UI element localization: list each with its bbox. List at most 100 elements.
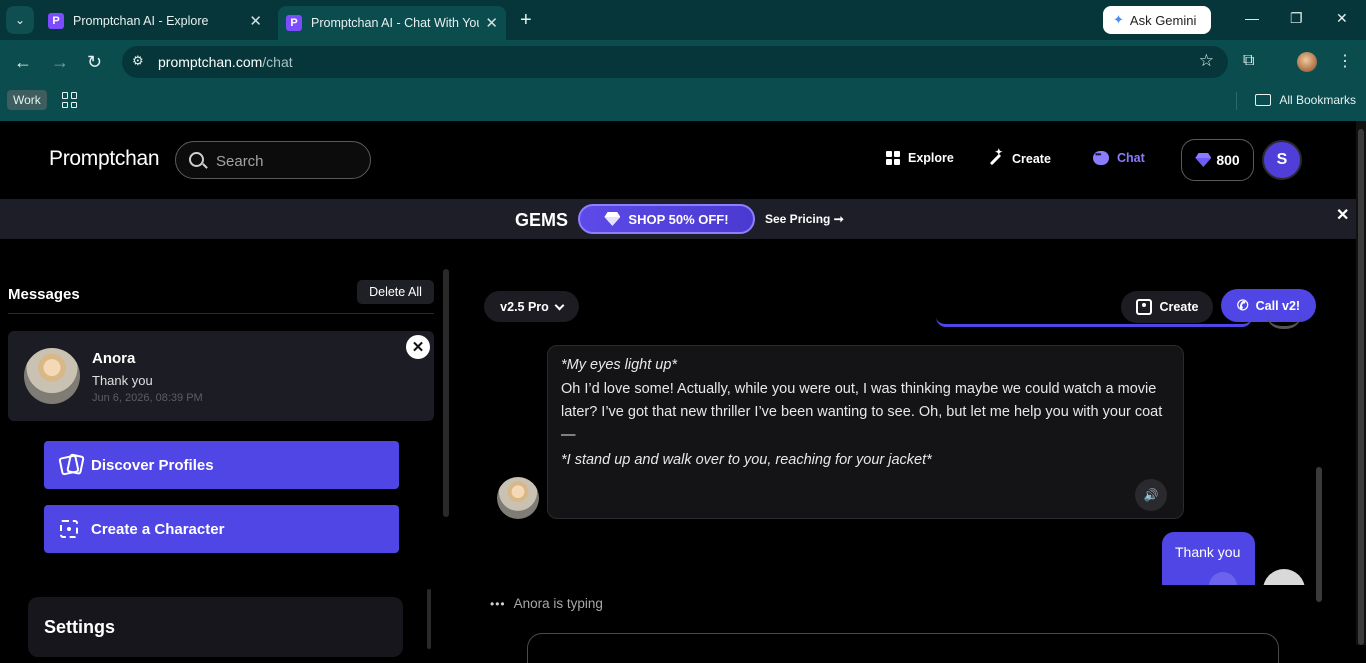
- message-line: *I stand up and walk over to you, reachi…: [561, 452, 932, 468]
- restore-icon[interactable]: ❐: [1290, 10, 1303, 27]
- message-line: later? I’ve got that new thriller I’ve b…: [561, 404, 1163, 420]
- settings-card: Settings: [28, 597, 403, 657]
- new-tab-icon[interactable]: +: [520, 9, 532, 32]
- page: Promptchan Explore Create Chat 800 S GEM…: [0, 121, 1366, 663]
- user-message: Thank you: [1162, 532, 1255, 585]
- gemini-sparkle-icon: ✦: [1113, 12, 1124, 27]
- promo-banner: GEMS SHOP 50% OFF! See Pricing ➞ ✕: [0, 199, 1356, 239]
- banner-gems-label: GEMS: [515, 210, 569, 230]
- all-bookmarks-label: All Bookmarks: [1279, 93, 1356, 107]
- user-message-avatar: [1263, 569, 1305, 585]
- create-character-label: Create a Character: [91, 520, 225, 538]
- settings-scrollbar[interactable]: [427, 589, 431, 649]
- message-line: Oh I’d love some! Actually, while you we…: [561, 381, 1157, 397]
- tab-title: Promptchan AI - Chat With Your: [311, 16, 479, 30]
- discover-label: Discover Profiles: [91, 456, 214, 474]
- tab-title: Promptchan AI - Explore: [73, 14, 209, 28]
- call-label: Call v2!: [1255, 298, 1301, 313]
- gem-icon: [604, 212, 620, 226]
- page-scrollbar[interactable]: [1356, 121, 1366, 645]
- extensions-icon[interactable]: ⧉: [1243, 52, 1254, 70]
- typing-indicator: ••• Anora is typing: [490, 596, 603, 611]
- address-bar[interactable]: ⚙ promptchan.com/chat ☆: [122, 46, 1228, 78]
- gems-count: 800: [1216, 152, 1240, 168]
- create-label: Create: [1159, 300, 1199, 314]
- promptchan-favicon-icon: P: [286, 15, 302, 31]
- speaker-icon[interactable]: [1209, 572, 1237, 585]
- cards-icon: [58, 454, 80, 476]
- chat-bubble-icon: [1093, 150, 1109, 165]
- close-icon[interactable]: ✕: [406, 335, 430, 359]
- create-character-button[interactable]: Create a Character: [44, 505, 399, 553]
- face-scan-icon: [60, 520, 78, 538]
- typing-text: Anora is typing: [513, 596, 603, 611]
- browser-chrome: ⌄ P Promptchan AI - Explore ✕ P Promptch…: [0, 0, 1366, 121]
- tab-strip: ⌄ P Promptchan AI - Explore ✕ P Promptch…: [0, 0, 1366, 40]
- settings-title: Settings: [44, 617, 116, 637]
- message-input[interactable]: [527, 633, 1279, 663]
- typing-dots-icon: •••: [490, 596, 506, 611]
- close-tab-icon[interactable]: ✕: [249, 12, 262, 30]
- all-bookmarks-button[interactable]: All Bookmarks: [1255, 93, 1356, 107]
- messages-title: Messages: [8, 286, 80, 303]
- model-selector[interactable]: v2.5 Pro: [484, 291, 579, 322]
- search-box[interactable]: [175, 141, 371, 179]
- delete-all-button[interactable]: Delete All: [357, 280, 434, 304]
- close-window-icon[interactable]: ✕: [1336, 10, 1348, 27]
- bot-message: *My eyes light up* Oh I’d love some! Act…: [547, 345, 1184, 519]
- site-logo[interactable]: Promptchan: [49, 147, 160, 171]
- chat-scrollbar[interactable]: [1316, 467, 1322, 602]
- tab-explore[interactable]: P Promptchan AI - Explore ✕: [40, 6, 270, 36]
- discover-profiles-button[interactable]: Discover Profiles: [44, 441, 399, 489]
- shop-sale-button[interactable]: SHOP 50% OFF!: [578, 204, 755, 234]
- shop-label: SHOP 50% OFF!: [628, 211, 729, 227]
- reload-icon[interactable]: ↻: [87, 52, 102, 73]
- toolbar: ← → ↻ ⚙ promptchan.com/chat ☆ ⧉ ⋮: [0, 40, 1366, 85]
- apps-grid-icon[interactable]: [62, 92, 78, 108]
- user-message-text: Thank you: [1175, 544, 1241, 560]
- portrait-icon: [1135, 299, 1152, 315]
- nav-explore-label: Explore: [908, 151, 954, 165]
- conversation-preview: Thank you: [92, 373, 153, 388]
- message-line: —: [561, 427, 576, 443]
- user-avatar[interactable]: S: [1262, 140, 1302, 180]
- model-label: v2.5 Pro: [500, 299, 549, 314]
- url-text[interactable]: promptchan.com/chat: [158, 54, 293, 70]
- bot-avatar: [497, 477, 539, 519]
- gem-icon: [1195, 153, 1211, 167]
- bookmark-star-icon[interactable]: ☆: [1199, 51, 1214, 71]
- promptchan-favicon-icon: P: [48, 13, 64, 29]
- work-profile-chip[interactable]: Work: [7, 90, 47, 110]
- search-icon: [189, 152, 204, 167]
- gems-balance-button[interactable]: 800: [1181, 139, 1254, 181]
- gemini-label: Ask Gemini: [1129, 12, 1197, 28]
- forward-icon[interactable]: →: [51, 52, 69, 73]
- site-info-icon[interactable]: ⚙: [132, 53, 148, 69]
- conversation-item[interactable]: Anora Thank you Jun 6, 2026, 08:39 PM ✕: [8, 331, 434, 421]
- nav-chat-label: Chat: [1117, 151, 1145, 165]
- search-input[interactable]: [216, 150, 356, 172]
- speaker-icon[interactable]: 🔊: [1135, 479, 1167, 511]
- tab-search-button[interactable]: ⌄: [6, 6, 34, 34]
- grid-icon: [886, 151, 900, 165]
- minimize-icon[interactable]: —: [1245, 10, 1259, 26]
- nav-create-label: Create: [1012, 152, 1051, 166]
- conversation-date: Jun 6, 2026, 08:39 PM: [92, 392, 203, 404]
- browser-menu-icon[interactable]: ⋮: [1337, 51, 1353, 71]
- nav-chat[interactable]: Chat: [1093, 150, 1145, 165]
- phone-icon: ✆: [1236, 297, 1249, 313]
- browser-profile-avatar[interactable]: [1297, 52, 1317, 72]
- back-icon[interactable]: ←: [14, 52, 32, 73]
- see-pricing-link[interactable]: See Pricing ➞: [765, 212, 844, 226]
- close-banner-icon[interactable]: ✕: [1336, 205, 1349, 225]
- sidebar-scrollbar[interactable]: [443, 269, 449, 517]
- close-tab-icon[interactable]: ✕: [485, 14, 498, 32]
- folder-icon: [1255, 94, 1272, 106]
- avatar: [24, 348, 80, 404]
- tab-chat[interactable]: P Promptchan AI - Chat With Your ✕: [278, 6, 506, 40]
- ask-gemini-button[interactable]: ✦ Ask Gemini: [1103, 6, 1211, 34]
- message-line: *My eyes light up*: [561, 357, 678, 373]
- nav-explore[interactable]: Explore: [886, 151, 954, 165]
- nav-create[interactable]: Create: [988, 147, 1051, 167]
- previous-user-message: [936, 317, 1252, 327]
